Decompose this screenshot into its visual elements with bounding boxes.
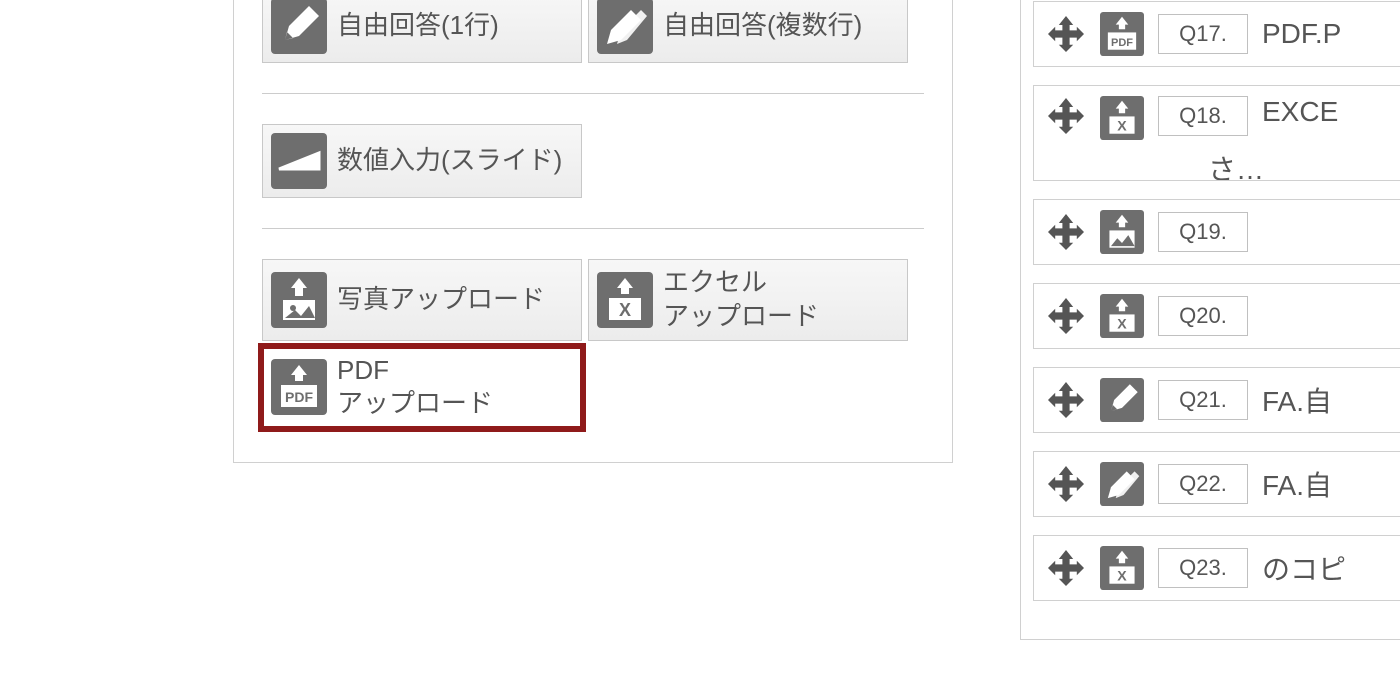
divider bbox=[262, 228, 924, 229]
question-row[interactable]: Q22. FA.自 bbox=[1033, 451, 1400, 517]
question-number: Q21. bbox=[1158, 380, 1248, 420]
photo-upload-icon bbox=[271, 272, 327, 328]
pdf-upload-icon bbox=[271, 359, 327, 415]
question-text: FA.自 bbox=[1262, 464, 1332, 504]
type-label: 自由回答(1行) bbox=[337, 9, 499, 43]
drag-handle-icon[interactable] bbox=[1046, 296, 1086, 336]
question-row[interactable]: Q17. PDF.P bbox=[1033, 1, 1400, 67]
question-type-palette: 自由回答(1行) 自由回答(複数行) 数値入力(スライド) 写真アップロード エ… bbox=[233, 0, 953, 463]
type-photo-upload[interactable]: 写真アップロード bbox=[262, 259, 582, 341]
question-type-icon bbox=[1100, 294, 1144, 338]
type-free-multi[interactable]: 自由回答(複数行) bbox=[588, 0, 908, 63]
type-label: 数値入力(スライド) bbox=[337, 144, 562, 178]
question-row[interactable]: Q18. EXCE さ… bbox=[1033, 85, 1400, 181]
question-text: EXCE bbox=[1262, 96, 1338, 128]
question-row[interactable]: Q23. のコピ bbox=[1033, 535, 1400, 601]
type-label: エクセル アップロード bbox=[663, 266, 819, 334]
drag-handle-icon[interactable] bbox=[1046, 380, 1086, 420]
type-free-single[interactable]: 自由回答(1行) bbox=[262, 0, 582, 63]
question-number: Q17. bbox=[1158, 14, 1248, 54]
type-slider[interactable]: 数値入力(スライド) bbox=[262, 124, 582, 198]
type-excel-upload[interactable]: エクセル アップロード bbox=[588, 259, 908, 341]
divider bbox=[262, 93, 924, 94]
question-type-icon bbox=[1100, 546, 1144, 590]
question-type-icon bbox=[1100, 462, 1144, 506]
question-row[interactable]: Q20. bbox=[1033, 283, 1400, 349]
question-number: Q19. bbox=[1158, 212, 1248, 252]
question-text: FA.自 bbox=[1262, 380, 1332, 420]
pen-multi-icon bbox=[597, 0, 653, 54]
type-label: 写真アップロード bbox=[337, 283, 545, 317]
question-text: のコピ bbox=[1262, 548, 1346, 588]
slider-icon bbox=[271, 133, 327, 189]
type-label: PDF アップロード bbox=[337, 354, 493, 422]
drag-handle-icon[interactable] bbox=[1046, 96, 1086, 136]
question-type-icon bbox=[1100, 96, 1144, 140]
drag-handle-icon[interactable] bbox=[1046, 14, 1086, 54]
drag-handle-icon[interactable] bbox=[1046, 548, 1086, 588]
question-row[interactable]: Q19. bbox=[1033, 199, 1400, 265]
question-number: Q23. bbox=[1158, 548, 1248, 588]
question-row[interactable]: Q21. FA.自 bbox=[1033, 367, 1400, 433]
type-label: 自由回答(複数行) bbox=[663, 9, 862, 43]
question-number: Q18. bbox=[1158, 96, 1248, 136]
pen-icon bbox=[271, 0, 327, 54]
question-type-icon bbox=[1100, 210, 1144, 254]
question-type-icon bbox=[1100, 12, 1144, 56]
type-pdf-upload[interactable]: PDF アップロード bbox=[262, 347, 582, 429]
question-number: Q22. bbox=[1158, 464, 1248, 504]
question-number: Q20. bbox=[1158, 296, 1248, 336]
question-type-icon bbox=[1100, 378, 1144, 422]
question-text-suffix: さ… bbox=[1208, 148, 1264, 181]
question-text: PDF.P bbox=[1262, 18, 1341, 50]
drag-handle-icon[interactable] bbox=[1046, 212, 1086, 252]
question-list: Q17. PDF.P Q18. EXCE さ… Q19. Q20. Q21. F… bbox=[1020, 0, 1400, 640]
drag-handle-icon[interactable] bbox=[1046, 464, 1086, 504]
excel-upload-icon bbox=[597, 272, 653, 328]
